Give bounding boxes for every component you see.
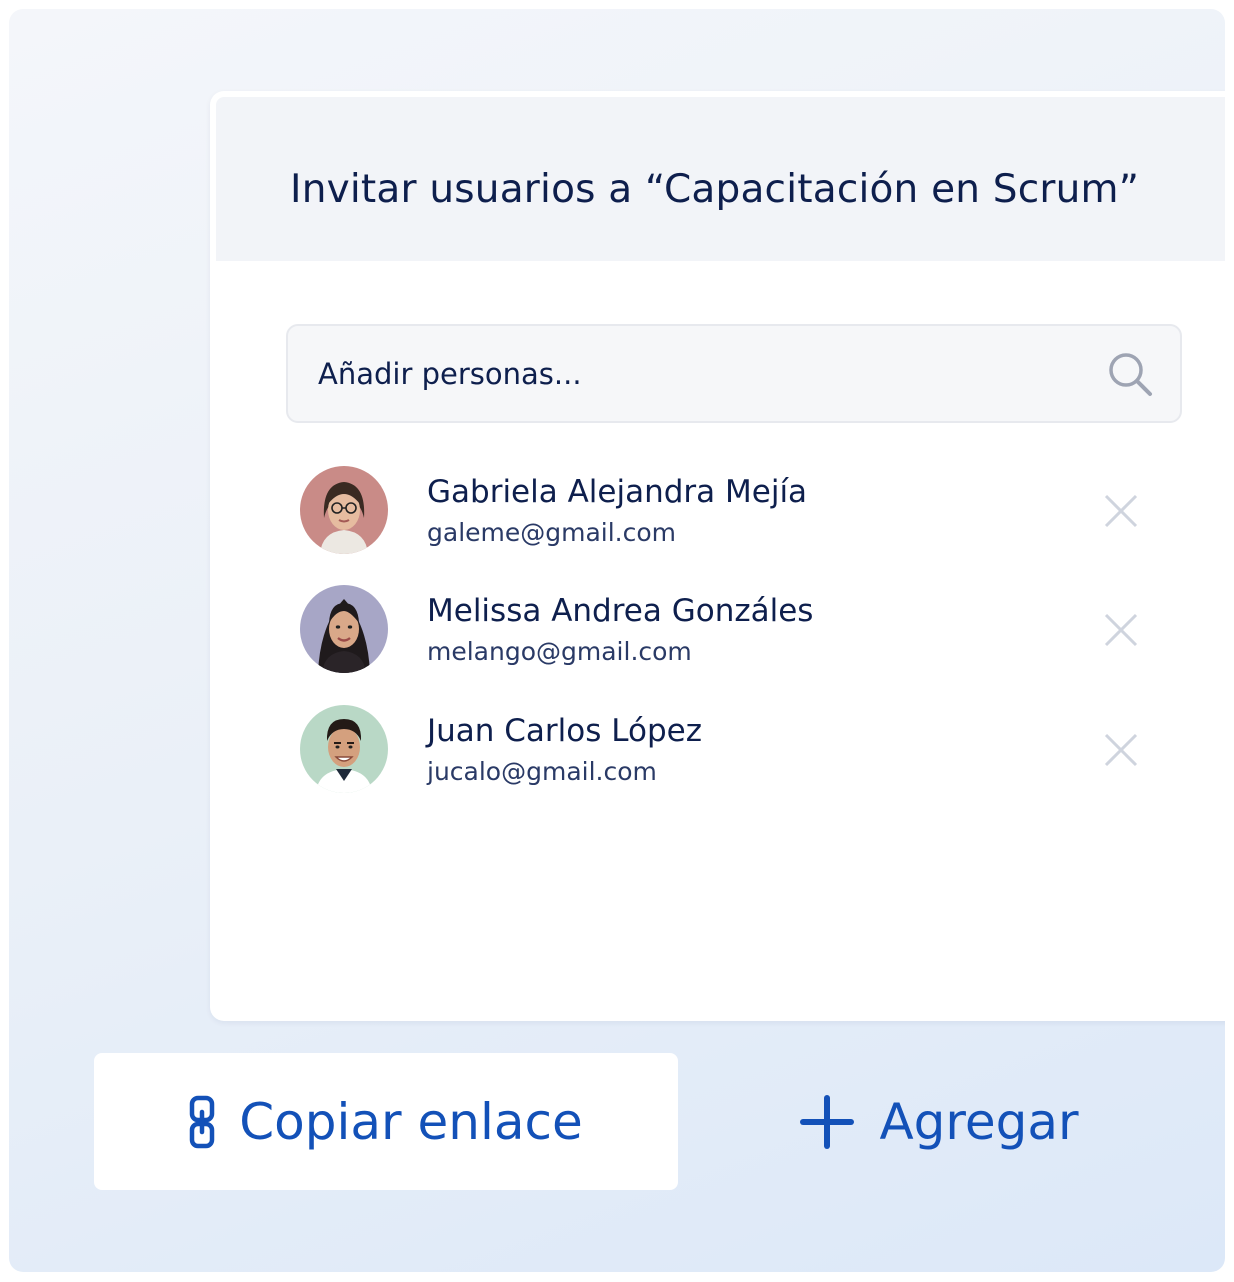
add-label: Agregar xyxy=(879,1092,1079,1151)
search-field[interactable] xyxy=(286,324,1182,423)
invite-dialog: Invitar usuarios a “Capacitación en Scru… xyxy=(210,91,1225,1021)
user-name: Melissa Andrea Gonzáles xyxy=(427,593,814,629)
remove-user-button[interactable] xyxy=(1102,731,1140,769)
search-icon[interactable] xyxy=(1106,350,1154,398)
link-icon xyxy=(190,1095,215,1148)
avatar xyxy=(300,466,388,554)
user-row: Melissa Andrea Gonzáles melango@gmail.co… xyxy=(300,585,1160,675)
copy-link-button[interactable]: Copiar enlace xyxy=(94,1053,678,1190)
user-name: Gabriela Alejandra Mejía xyxy=(427,474,808,510)
user-name: Juan Carlos López xyxy=(427,713,702,749)
search-input[interactable] xyxy=(318,326,1078,421)
avatar xyxy=(300,705,388,793)
dialog-header: Invitar usuarios a “Capacitación en Scru… xyxy=(216,97,1225,261)
add-button[interactable]: Agregar xyxy=(709,1053,1169,1190)
user-email: jucalo@gmail.com xyxy=(427,757,657,786)
remove-user-button[interactable] xyxy=(1102,611,1140,649)
user-email: melango@gmail.com xyxy=(427,637,692,666)
copy-link-label: Copiar enlace xyxy=(239,1092,583,1151)
plus-icon xyxy=(800,1094,855,1149)
user-row: Juan Carlos López jucalo@gmail.com xyxy=(300,705,1160,795)
dialog-background: Invitar usuarios a “Capacitación en Scru… xyxy=(9,9,1225,1272)
avatar xyxy=(300,585,388,673)
dialog-title: Invitar usuarios a “Capacitación en Scru… xyxy=(290,167,1140,212)
user-email: galeme@gmail.com xyxy=(427,518,677,547)
user-row: Gabriela Alejandra Mejía galeme@gmail.co… xyxy=(300,466,1160,556)
remove-user-button[interactable] xyxy=(1102,492,1140,530)
